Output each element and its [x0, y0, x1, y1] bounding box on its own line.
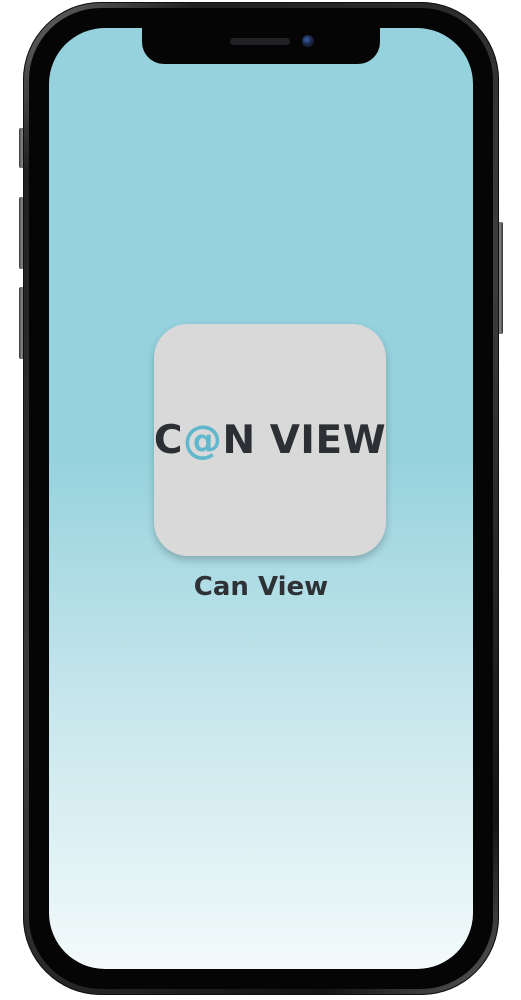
phone-frame: C@N VIEW Can View: [23, 2, 499, 995]
speaker-grille: [230, 38, 290, 45]
front-camera-icon: [302, 35, 314, 47]
logo-at-sign: @: [183, 417, 223, 463]
app-label[interactable]: Can View: [49, 572, 473, 602]
notch: [142, 26, 380, 64]
home-screen: C@N VIEW Can View: [49, 28, 473, 969]
phone-mockup: C@N VIEW Can View: [0, 0, 521, 1000]
can-view-logo: C@N VIEW: [154, 418, 386, 463]
logo-suffix: N VIEW: [222, 417, 387, 463]
phone-bezel: C@N VIEW Can View: [29, 8, 493, 989]
logo-prefix: C: [153, 417, 184, 463]
can-view-app-icon[interactable]: C@N VIEW: [154, 324, 386, 556]
